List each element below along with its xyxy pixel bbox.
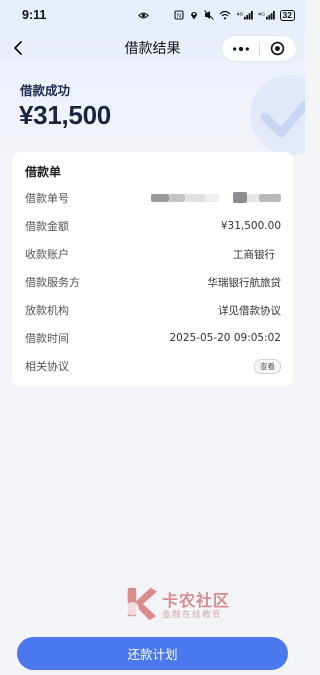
cellular-signal-1: ⁴ᴳ	[236, 10, 253, 20]
detail-row-agreements: 相关协议 查看	[25, 357, 281, 375]
signal-bars-icon	[265, 10, 275, 20]
success-check-watermark-icon	[250, 75, 305, 155]
status-icons: N ⁴ᴳ ⁴ᴳ 32	[137, 9, 295, 21]
row-label: 借款金额	[25, 220, 69, 233]
row-value: ¥31,500.00	[220, 220, 281, 232]
row-value: 工商银行	[233, 248, 275, 261]
row-value: 详见借款协议	[218, 304, 281, 317]
detail-row-loan-number: 借款单号	[25, 189, 281, 207]
signal-bars-icon	[243, 10, 253, 20]
row-label: 借款时间	[25, 332, 69, 345]
close-mini-program-button[interactable]	[260, 36, 296, 61]
nfc-icon: N	[174, 10, 184, 20]
status-time: 9:11	[22, 8, 47, 22]
watermark-subtitle: 金融在线教育	[162, 610, 223, 620]
mute-icon	[204, 10, 215, 20]
loan-detail-card: 借款单 借款单号 借款金额 ¥31,500.00 收款账户 工商银行 借款服务方…	[12, 152, 293, 386]
row-label: 放款机构	[25, 304, 69, 317]
card-title: 借款单	[25, 165, 62, 179]
loan-amount: ¥31,500	[19, 100, 111, 130]
navigation-bar: 借款结果	[0, 30, 305, 66]
page-title: 借款结果	[124, 41, 181, 57]
more-dots-icon	[232, 46, 249, 51]
kanong-logo-icon	[125, 587, 158, 621]
row-value: 华瑞银行航旅贷	[207, 276, 282, 289]
redacted-loan-number	[151, 192, 281, 204]
detail-row-loan-time: 借款时间 2025-05-20 09:05:02	[25, 329, 281, 347]
detail-row-lending-institution: 放款机构 详见借款协议	[25, 301, 281, 319]
view-agreement-button[interactable]: 查看	[254, 358, 281, 374]
battery-indicator: 32	[279, 9, 295, 21]
row-label: 收款账户	[25, 248, 69, 261]
repayment-plan-button[interactable]: 还款计划	[17, 637, 288, 670]
svg-text:N: N	[177, 14, 181, 20]
mini-program-capsule	[221, 35, 297, 62]
more-menu-button[interactable]	[222, 36, 259, 61]
target-close-icon	[271, 41, 285, 56]
detail-row-loan-provider: 借款服务方 华瑞银行航旅贷	[25, 273, 281, 291]
location-icon	[191, 12, 198, 20]
kanong-watermark: 卡农社区 金融在线教育	[122, 584, 247, 624]
back-arrow-icon[interactable]	[10, 39, 28, 57]
cellular-signal-2: ⁴ᴳ	[258, 10, 275, 20]
loan-status-label: 借款成功	[20, 83, 71, 98]
detail-row-receiving-account: 收款账户 工商银行	[25, 245, 281, 263]
status-bar: 9:11 N ⁴ᴳ ⁴ᴳ 32	[0, 0, 305, 30]
detail-row-loan-amount: 借款金额 ¥31,500.00	[25, 217, 281, 235]
row-label: 相关协议	[25, 360, 69, 373]
row-label: 借款单号	[25, 192, 69, 205]
wifi-icon	[219, 10, 231, 20]
row-value: 2025-05-20 09:05:02	[169, 332, 281, 344]
eye-icon	[138, 12, 150, 18]
row-label: 借款服务方	[25, 276, 80, 289]
